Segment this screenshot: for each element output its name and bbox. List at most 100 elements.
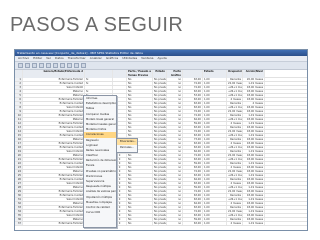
table-cell[interactable]: Enfermería Cuidad [23, 178, 85, 181]
table-cell[interactable]: No [127, 114, 153, 117]
table-cell[interactable]: No [127, 78, 153, 81]
table-cell[interactable]: 74,00 [183, 210, 203, 213]
find-icon[interactable] [67, 63, 72, 68]
column-header[interactable] [113, 70, 127, 78]
table-cell[interactable]: +26+1 meses [227, 198, 243, 201]
table-cell[interactable]: 4 meses [227, 182, 243, 185]
table-cell[interactable] [113, 86, 127, 89]
table-cell[interactable]: Materno [23, 170, 85, 173]
row-number[interactable]: 11 [15, 118, 23, 121]
table-cell[interactable]: 63,00 [183, 142, 203, 145]
table-cell[interactable]: 74,00 [183, 130, 203, 133]
menu-2[interactable]: Ver [46, 56, 51, 61]
table-cell[interactable]: Si [85, 78, 113, 81]
table-cell[interactable]: No [127, 178, 153, 181]
table-cell[interactable]: no [167, 106, 183, 109]
split-icon[interactable] [74, 63, 79, 68]
table-cell[interactable] [113, 82, 127, 85]
table-cell[interactable]: No prueba [153, 110, 167, 113]
table-cell[interactable]: Reciente [227, 218, 243, 221]
table-cell[interactable]: Materno [23, 94, 85, 97]
table-cell[interactable]: 18,00 meses [243, 90, 265, 93]
row-number[interactable]: 15 [15, 134, 23, 137]
table-cell[interactable]: 1,00 [203, 138, 227, 141]
table-cell[interactable]: no [167, 114, 183, 117]
table-cell[interactable]: Salud Infantil [23, 198, 85, 201]
menu-3[interactable]: Datos [55, 56, 64, 61]
table-cell[interactable]: 1,00 [203, 222, 227, 225]
column-header[interactable] [85, 70, 113, 78]
table-cell[interactable]: 1-19 meses [243, 150, 265, 153]
table-cell[interactable]: 1,00 [203, 182, 227, 185]
row-number[interactable]: 32 [15, 202, 23, 205]
table-cell[interactable]: 1-19 meses [243, 210, 265, 213]
table-cell[interactable]: 18,00 meses [243, 214, 265, 217]
table-cell[interactable]: No prueba [153, 210, 167, 213]
table-cell[interactable]: Reciente [227, 162, 243, 165]
row-number[interactable]: 37 [15, 222, 23, 225]
table-cell[interactable]: 22,00 meses [227, 190, 243, 193]
table-cell[interactable]: No [127, 166, 153, 169]
table-cell[interactable]: 1,00 [203, 126, 227, 129]
row-number[interactable]: 12 [15, 122, 23, 125]
submenu-item[interactable]: Parciales... [117, 145, 137, 151]
table-cell[interactable]: No [127, 198, 153, 201]
table-cell[interactable]: No prueba [153, 146, 167, 149]
table-cell[interactable]: Reciente [227, 102, 243, 105]
table-cell[interactable]: 63,00 [183, 222, 203, 225]
table-cell[interactable]: 1,00 [203, 178, 227, 181]
row-number[interactable]: 20 [15, 154, 23, 157]
table-cell[interactable]: Materno [23, 202, 85, 205]
table-cell[interactable]: No prueba [153, 118, 167, 121]
table-cell[interactable]: no [167, 166, 183, 169]
table-cell[interactable]: no [167, 198, 183, 201]
table-cell[interactable]: no [167, 202, 183, 205]
table-cell[interactable]: No prueba [153, 122, 167, 125]
row-number[interactable]: 16 [15, 138, 23, 141]
table-cell[interactable]: 18,00 meses [243, 106, 265, 109]
menu-item[interactable]: Análisis de valores perdidos [84, 189, 116, 194]
table-cell[interactable]: No [127, 202, 153, 205]
table-cell[interactable]: 1,00 [203, 78, 227, 81]
table-cell[interactable]: Enfermería Cuidad [23, 162, 85, 165]
table-cell[interactable]: 63,00 [183, 198, 203, 201]
table-cell[interactable]: No prueba [153, 138, 167, 141]
table-cell[interactable]: 1,00 [203, 86, 227, 89]
table-cell[interactable]: 1,00 [203, 134, 227, 137]
menu-6[interactable]: Gráficos [106, 56, 118, 61]
table-cell[interactable]: No prueba [153, 198, 167, 201]
table-cell[interactable]: 1,00 [203, 154, 227, 157]
row-number[interactable]: 27 [15, 182, 23, 185]
table-cell[interactable]: no [167, 118, 183, 121]
row-number[interactable]: 31 [15, 198, 23, 201]
menu-5[interactable]: Analizar [90, 56, 102, 61]
column-header[interactable] [183, 70, 203, 78]
table-cell[interactable]: 1,00 [203, 198, 227, 201]
table-cell[interactable]: No prueba [153, 218, 167, 221]
menu-4[interactable]: Transformar [68, 56, 86, 61]
column-header[interactable]: Parto Gráfico [167, 70, 183, 78]
table-cell[interactable]: Salud Infantil [23, 150, 85, 153]
table-cell[interactable]: 18,00 meses [243, 86, 265, 89]
table-cell[interactable]: Enfermería Familiar [23, 98, 85, 101]
table-cell[interactable]: 18,00 meses [243, 110, 265, 113]
table-cell[interactable]: 1-19 meses [243, 162, 265, 165]
table-cell[interactable]: No prueba [153, 150, 167, 153]
table-cell[interactable]: 63,00 [183, 146, 203, 149]
table-cell[interactable]: No prueba [153, 154, 167, 157]
column-header[interactable]: Parto / Pasado a Temas Previos [127, 70, 153, 78]
table-cell[interactable]: Enfermería Familiar [23, 78, 85, 81]
table-cell[interactable]: 63,00 [183, 126, 203, 129]
table-cell[interactable]: no [167, 146, 183, 149]
table-cell[interactable]: No [127, 218, 153, 221]
table-cell[interactable] [113, 78, 127, 81]
table-cell[interactable]: 18,00 meses [243, 126, 265, 129]
table-cell[interactable] [85, 86, 113, 89]
row-number[interactable]: 21 [15, 158, 23, 161]
table-cell[interactable]: 63,00 [183, 182, 203, 185]
table-cell[interactable]: No prueba [153, 142, 167, 145]
row-number[interactable]: 30 [15, 194, 23, 197]
table-cell[interactable]: 1,00 [203, 210, 227, 213]
submenu-item[interactable]: Bivariadas... [117, 139, 137, 145]
table-cell[interactable]: no [167, 90, 183, 93]
